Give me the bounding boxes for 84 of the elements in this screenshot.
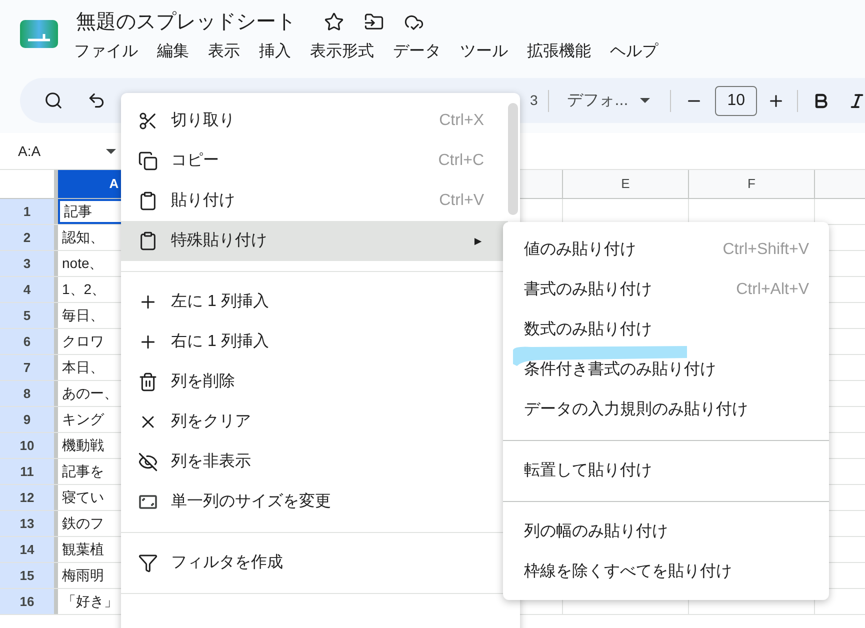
table-cell-text: 鉄のフ (62, 514, 104, 533)
menu-item[interactable]: 数式のみ貼り付け (524, 318, 809, 342)
menu-bar-item[interactable]: 挿入 (259, 40, 291, 64)
menu-item[interactable]: 特殊貼り付け ► (121, 221, 508, 261)
column-header[interactable]: F (688, 170, 814, 198)
table-cell-text: キング (62, 410, 104, 429)
menu-item[interactable]: フィルタを作成 (121, 543, 508, 583)
row-header[interactable]: 8 (0, 381, 58, 406)
shortcut-text: Ctrl+Shift+V (722, 240, 809, 260)
menu-item[interactable]: 列をクリア (121, 402, 508, 442)
copy-icon (138, 151, 158, 171)
menu-item[interactable]: 列を非表示 (121, 442, 508, 482)
menu-bar-item[interactable]: ファイル (74, 40, 138, 64)
search-icon[interactable] (44, 91, 63, 110)
trash-icon (138, 372, 158, 392)
menu-item[interactable]: データの入力規則のみ貼り付け (524, 398, 809, 422)
font-dropdown[interactable]: デフォ... (558, 84, 658, 116)
row-header[interactable]: 12 (0, 485, 58, 510)
row-header[interactable]: 9 (0, 407, 58, 432)
row-header[interactable]: 3 (0, 251, 58, 276)
table-cell-text: 認知、 (62, 228, 104, 247)
table-cell-text: 梅雨明 (62, 566, 104, 585)
table-cell-text: 毎日、 (62, 306, 104, 325)
menu-item[interactable]: 右に 1 列挿入 (121, 322, 508, 362)
scrollbar[interactable] (508, 103, 518, 215)
table-cell-text: 本日、 (62, 358, 104, 377)
row-header[interactable]: 14 (0, 537, 58, 562)
font-size-field[interactable]: 10 (715, 86, 758, 116)
sheets-logo-icon[interactable] (20, 20, 58, 48)
column-header[interactable]: E (562, 170, 688, 198)
menu-item[interactable]: 条件付き書式のみ貼り付け (524, 358, 809, 382)
table-cell-text: note、 (62, 254, 104, 273)
clipboard-icon (138, 231, 158, 251)
menu-bar-item[interactable]: 表示形式 (310, 40, 374, 64)
menu-item[interactable]: 書式のみ貼り付け (524, 278, 736, 302)
menu-item[interactable]: 転置して貼り付け (524, 459, 809, 483)
table-cell-text: あのー、 (62, 384, 118, 403)
shortcut-text: Ctrl+Alt+V (736, 280, 809, 300)
filter-icon (138, 553, 158, 573)
move-folder-icon[interactable] (364, 12, 384, 32)
table-cell-text: 観葉植 (62, 540, 104, 559)
row-header[interactable]: 4 (0, 277, 58, 302)
menu-item[interactable]: 値のみ貼り付け (524, 238, 723, 262)
table-cell-text: 記事を (62, 462, 104, 481)
menu-item[interactable]: 枠線を除くすべてを貼り付け (524, 560, 809, 584)
number-format-text[interactable]: 3 (530, 90, 538, 111)
table-cell-text: 1、2、 (62, 280, 106, 299)
row-header[interactable]: 5 (0, 303, 58, 328)
menu-bar-item[interactable]: ヘルプ (610, 40, 658, 64)
name-box[interactable]: A:A (0, 140, 120, 162)
caret-icon (640, 98, 650, 103)
caret-icon (106, 148, 116, 154)
table-cell-text: クロワ (62, 332, 104, 351)
menu-bar-item[interactable]: データ (393, 40, 441, 64)
row-header[interactable]: 2 (0, 225, 58, 250)
table-cell-text: 「好き」 (62, 592, 118, 611)
menu-item[interactable]: 左に 1 列挿入 (121, 282, 508, 322)
clipboard-icon (138, 191, 158, 211)
table-cell-text: 機動戦 (62, 436, 104, 455)
menu-item[interactable]: 切り取り Ctrl+X (121, 101, 508, 141)
menu-item[interactable]: 列を削除 (121, 362, 508, 402)
row-header[interactable]: 6 (0, 329, 58, 354)
undo-icon[interactable] (87, 91, 106, 110)
table-cell-text: 記事 (64, 202, 92, 221)
menu-bar-item[interactable]: ツール (460, 40, 508, 64)
star-icon[interactable] (324, 12, 344, 32)
menu-item[interactable]: 列の幅のみ貼り付け (524, 520, 809, 544)
menu-bar-item[interactable]: 編集 (157, 40, 189, 64)
menu-bar-item[interactable]: 拡張機能 (527, 40, 591, 64)
row-header[interactable]: 7 (0, 355, 58, 380)
row-header[interactable]: 15 (0, 563, 58, 588)
row-header[interactable]: 11 (0, 459, 58, 484)
scissors-icon (138, 111, 158, 131)
menu-item[interactable]: 単一列のサイズを変更 (121, 482, 508, 522)
document-title[interactable]: 無題のスプレッドシート (76, 7, 296, 37)
row-header[interactable]: 10 (0, 433, 58, 458)
menu-bar-item[interactable]: 表示 (208, 40, 240, 64)
row-header[interactable]: 1 (0, 199, 58, 224)
italic-icon[interactable] (848, 92, 865, 110)
table-cell-text: 寝てい (62, 488, 104, 507)
resize-icon (138, 492, 158, 512)
eye-off-icon (138, 452, 158, 472)
row-header[interactable]: 16 (0, 589, 58, 614)
row-header[interactable]: 13 (0, 511, 58, 536)
